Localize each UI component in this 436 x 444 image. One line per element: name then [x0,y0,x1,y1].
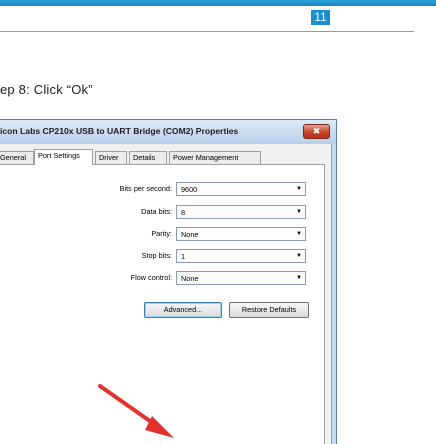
manual-page: 11 ep 8: Click “Ok” icon Labs CP210x USB… [0,0,436,444]
page-number-badge: 11 [311,10,330,25]
tab-port-settings[interactable]: Port Settings [34,149,93,165]
properties-dialog: icon Labs CP210x USB to UART Bridge (COM… [0,119,337,444]
header-band [0,0,436,6]
header-rule [0,31,414,32]
pointer-arrow-annotation [98,384,174,438]
step-instruction: ep 8: Click “Ok” [0,82,93,97]
